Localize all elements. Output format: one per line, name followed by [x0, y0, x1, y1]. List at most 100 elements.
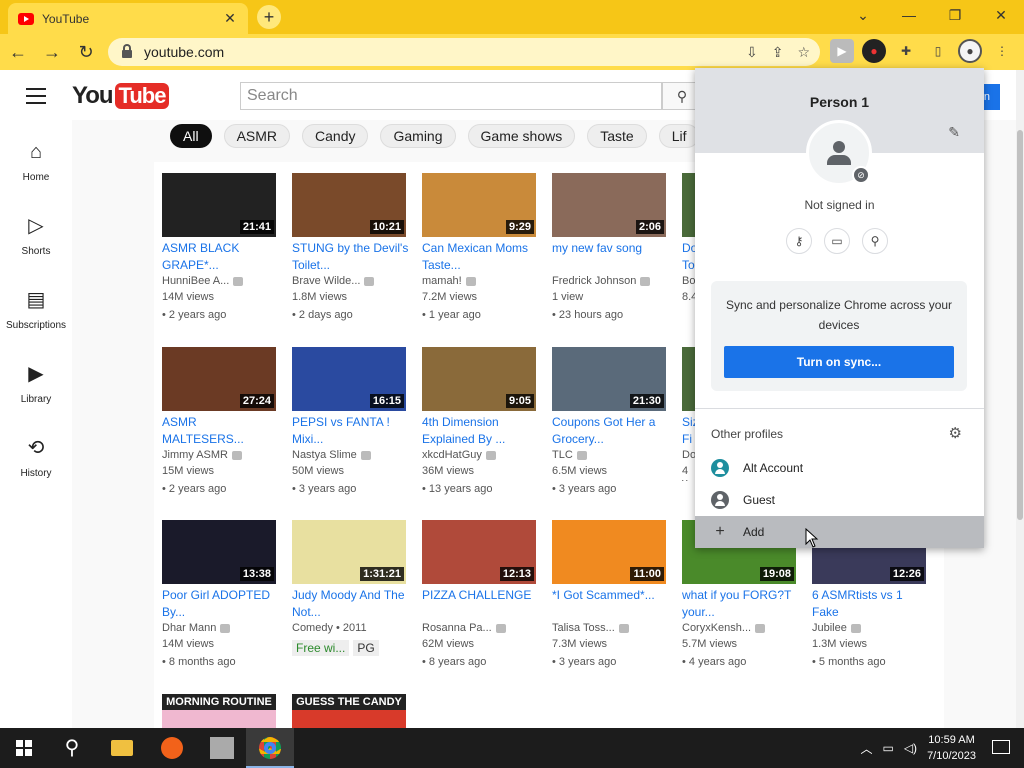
sidebar-item-library[interactable]: ▶ Library — [0, 348, 72, 422]
video-title[interactable]: STUNG by the Devil's Toilet... — [292, 240, 410, 274]
video-thumbnail[interactable]: 2:06 — [552, 173, 666, 237]
video-thumbnail[interactable]: 10:21 — [292, 173, 406, 237]
video-title[interactable]: SizFi — [682, 414, 696, 448]
video-title[interactable]: Do To — [682, 240, 696, 274]
scrollbar-thumb[interactable] — [1017, 130, 1023, 520]
manage-profiles-gear-icon[interactable]: ⚙ — [949, 424, 962, 442]
firefox-icon[interactable] — [148, 728, 196, 768]
video-title[interactable]: 4th Dimension Explained By ... — [422, 414, 540, 448]
video-thumbnail[interactable]: 11:00 — [552, 520, 666, 584]
youtube-logo[interactable]: You Tube — [72, 82, 170, 110]
address-bar[interactable]: youtube.com ⇩ ⇪ ☆ — [108, 38, 820, 66]
video-card-partial[interactable]: Do To Bo 8.4 — [682, 173, 696, 307]
file-explorer-icon[interactable] — [98, 728, 146, 768]
page-scrollbar[interactable] — [1016, 70, 1024, 728]
edit-pencil-icon[interactable]: ✎ — [948, 124, 960, 141]
video-card-partial[interactable]: SizFiDo4 v — [682, 347, 696, 481]
video-thumbnail[interactable] — [682, 173, 696, 237]
filter-chip[interactable]: All — [170, 124, 212, 148]
sidebar-item-subscriptions[interactable]: ▤ Subscriptions — [0, 274, 72, 348]
video-thumbnail[interactable]: 21:30 — [552, 347, 666, 411]
video-title[interactable]: Judy Moody And The Not... — [292, 587, 410, 621]
tab-youtube[interactable]: YouTube ✕ — [8, 3, 248, 34]
side-panel-icon[interactable]: ▯ — [926, 39, 950, 63]
passwords-key-icon[interactable]: ⚷ — [786, 228, 812, 254]
close-window-button[interactable]: ✕ — [978, 0, 1024, 30]
video-card[interactable]: 9:05 4th Dimension Explained By ... xkcdHa… — [422, 347, 540, 499]
url-text[interactable]: youtube.com — [144, 44, 746, 60]
video-channel[interactable]: Dhar Mann — [162, 622, 280, 638]
video-thumbnail[interactable]: 27:24 — [162, 347, 276, 411]
video-title[interactable]: Coupons Got Her a Grocery... — [552, 414, 670, 448]
video-thumbnail[interactable]: GUESS THE CANDY — [292, 694, 406, 728]
filter-chip[interactable]: Gaming — [380, 124, 456, 148]
minimize-button[interactable]: — — [886, 0, 932, 30]
payment-card-icon[interactable]: ▭ — [824, 228, 850, 254]
video-thumbnail[interactable] — [682, 347, 696, 411]
video-channel[interactable]: mamah! — [422, 275, 540, 291]
video-channel[interactable]: Brave Wilde... — [292, 275, 410, 291]
extension-red-icon[interactable]: ● — [862, 39, 886, 63]
video-channel[interactable]: Comedy • 2011 — [292, 622, 410, 638]
tray-chevron-icon[interactable]: ︿ — [860, 740, 872, 757]
video-title[interactable]: ASMR BLACK GRAPE*... — [162, 240, 280, 274]
video-card[interactable]: 13:38 Poor Girl ADOPTED By... Dhar Mann 14M… — [162, 520, 280, 672]
filter-chip[interactable]: Game shows — [467, 124, 576, 148]
tab-search-icon[interactable]: ⌄ — [840, 0, 886, 30]
video-channel[interactable]: Jubilee — [812, 622, 930, 638]
clock[interactable]: 10:59 AM 7/10/2023 — [927, 732, 976, 764]
video-title[interactable]: 6 ASMRtists vs 1 Fake — [812, 587, 930, 621]
bookmark-star-icon[interactable]: ☆ — [797, 44, 810, 61]
video-thumbnail[interactable]: MORNING ROUTINE — [162, 694, 276, 728]
video-title[interactable]: Can Mexican Moms Taste... — [422, 240, 540, 274]
video-title[interactable]: *I Got Scammed*... — [552, 587, 670, 621]
extension-play-icon[interactable]: ▶ — [830, 39, 854, 63]
video-channel[interactable]: Do — [682, 449, 696, 465]
search-input[interactable]: Search — [240, 82, 662, 110]
install-icon[interactable]: ⇩ — [746, 44, 758, 61]
back-button[interactable]: ← — [2, 36, 34, 68]
video-thumbnail[interactable]: 16:15 — [292, 347, 406, 411]
sidebar-item-shorts[interactable]: ▷ Shorts — [0, 200, 72, 274]
forward-button[interactable]: → — [36, 36, 68, 68]
video-card[interactable]: 10:21 STUNG by the Devil's Toilet... Brave… — [292, 173, 410, 325]
video-title[interactable]: ASMR MALTESERS... — [162, 414, 280, 448]
app-icon[interactable] — [198, 728, 246, 768]
filter-chip[interactable]: Lif — [658, 124, 700, 148]
video-channel[interactable]: TLC — [552, 449, 670, 465]
video-card[interactable]: 21:41 ASMR BLACK GRAPE*... HunniBee A... 14… — [162, 173, 280, 325]
filter-chip[interactable]: ASMR — [223, 124, 291, 148]
addresses-pin-icon[interactable]: ⚲ — [862, 228, 888, 254]
video-card[interactable]: GUESS THE CANDY — [292, 694, 410, 728]
add-profile-button[interactable]: + Add — [695, 516, 984, 548]
video-card[interactable]: 27:24 ASMR MALTESERS... Jimmy ASMR 15M view… — [162, 347, 280, 499]
volume-icon[interactable]: ◁) — [904, 741, 917, 755]
video-card[interactable]: 2:06 my new fav song Fredrick Johnson 1 vie… — [552, 173, 670, 325]
share-icon[interactable]: ⇪ — [772, 44, 784, 61]
video-title[interactable]: PEPSI vs FANTA ! Mixi... — [292, 414, 410, 448]
chrome-taskbar-icon[interactable] — [246, 728, 294, 768]
video-channel[interactable]: Jimmy ASMR — [162, 449, 280, 465]
video-title[interactable]: PIZZA CHALLENGE — [422, 587, 540, 621]
browser-menu-icon[interactable]: ⋮ — [990, 39, 1014, 63]
video-channel[interactable]: CoryxKensh... — [682, 622, 800, 638]
sidebar-item-history[interactable]: ⟲ History — [0, 422, 72, 496]
notifications-icon[interactable] — [992, 740, 1010, 754]
video-channel[interactable]: Talisa Toss... — [552, 622, 670, 638]
sidebar-item-home[interactable]: ⌂ Home — [0, 126, 72, 200]
video-channel[interactable]: xkcdHatGuy — [422, 449, 540, 465]
extensions-puzzle-icon[interactable]: ✚ — [894, 39, 918, 63]
video-channel[interactable]: Rosanna Pa... — [422, 622, 540, 638]
video-thumbnail[interactable]: 9:05 — [422, 347, 536, 411]
new-tab-button[interactable]: + — [257, 5, 281, 29]
filter-chip[interactable]: Candy — [302, 124, 369, 148]
video-thumbnail[interactable]: 9:29 — [422, 173, 536, 237]
video-card[interactable]: 21:30 Coupons Got Her a Grocery... TLC 6.5M… — [552, 347, 670, 499]
filter-chip[interactable]: Taste — [587, 124, 647, 148]
start-button[interactable] — [0, 728, 48, 768]
menu-hamburger-icon[interactable] — [26, 88, 46, 104]
video-card[interactable]: 1:31:21 Judy Moody And The Not... Comedy •… — [292, 520, 410, 656]
video-title[interactable]: my new fav song — [552, 240, 670, 274]
video-card[interactable]: 11:00 *I Got Scammed*... Talisa Toss... 7.3… — [552, 520, 670, 672]
video-card[interactable]: MORNING ROUTINE — [162, 694, 280, 728]
